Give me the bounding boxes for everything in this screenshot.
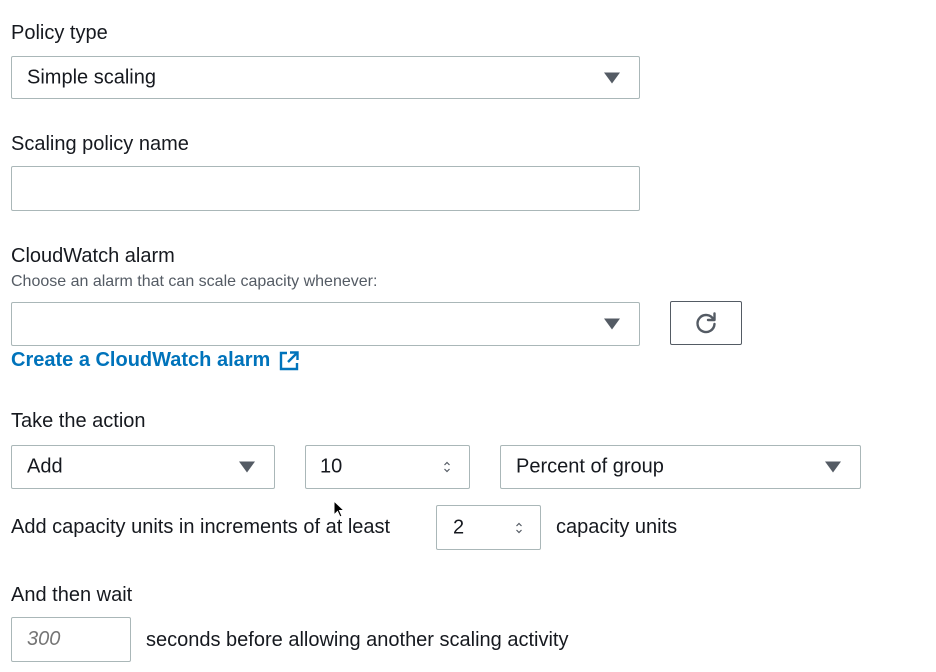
external-link-icon (280, 350, 300, 370)
increment-input[interactable]: 2 (436, 505, 541, 550)
caret-down-icon (825, 461, 841, 473)
take-action-label: Take the action (11, 410, 146, 432)
increment-suffix-text: capacity units (556, 516, 678, 538)
action-operation-value: Add (27, 455, 63, 478)
action-amount-value: 10 (320, 455, 343, 478)
cloudwatch-alarm-description: Choose an alarm that can scale capacity … (11, 273, 378, 290)
refresh-alarms-button[interactable] (670, 301, 742, 345)
policy-type-select[interactable]: Simple scaling (11, 56, 640, 99)
policy-name-input[interactable] (11, 166, 640, 211)
create-alarm-link-text: Create a CloudWatch alarm (11, 349, 271, 371)
number-spinner-icon[interactable] (443, 460, 451, 474)
refresh-icon (696, 312, 716, 334)
wait-label: And then wait (11, 584, 133, 606)
policy-type-label: Policy type (11, 22, 108, 44)
wait-suffix-text: seconds before allowing another scaling … (146, 629, 569, 651)
caret-down-icon (604, 72, 620, 83)
action-operation-select[interactable]: Add (11, 445, 275, 489)
caret-down-icon (239, 461, 255, 473)
wait-seconds-input[interactable] (11, 617, 131, 662)
action-unit-select[interactable]: Percent of group (500, 445, 861, 489)
mouse-cursor-icon (333, 500, 346, 518)
cloudwatch-alarm-select[interactable] (11, 302, 640, 346)
caret-down-icon (604, 318, 620, 330)
action-unit-value: Percent of group (516, 455, 664, 478)
policy-name-label: Scaling policy name (11, 133, 189, 155)
cloudwatch-alarm-label: CloudWatch alarm (11, 245, 175, 267)
policy-type-value: Simple scaling (27, 66, 156, 88)
increment-value: 2 (453, 516, 465, 538)
create-cloudwatch-alarm-link[interactable]: Create a CloudWatch alarm (11, 349, 300, 372)
action-amount-input[interactable]: 10 (305, 445, 470, 489)
number-spinner-icon[interactable] (515, 521, 523, 535)
